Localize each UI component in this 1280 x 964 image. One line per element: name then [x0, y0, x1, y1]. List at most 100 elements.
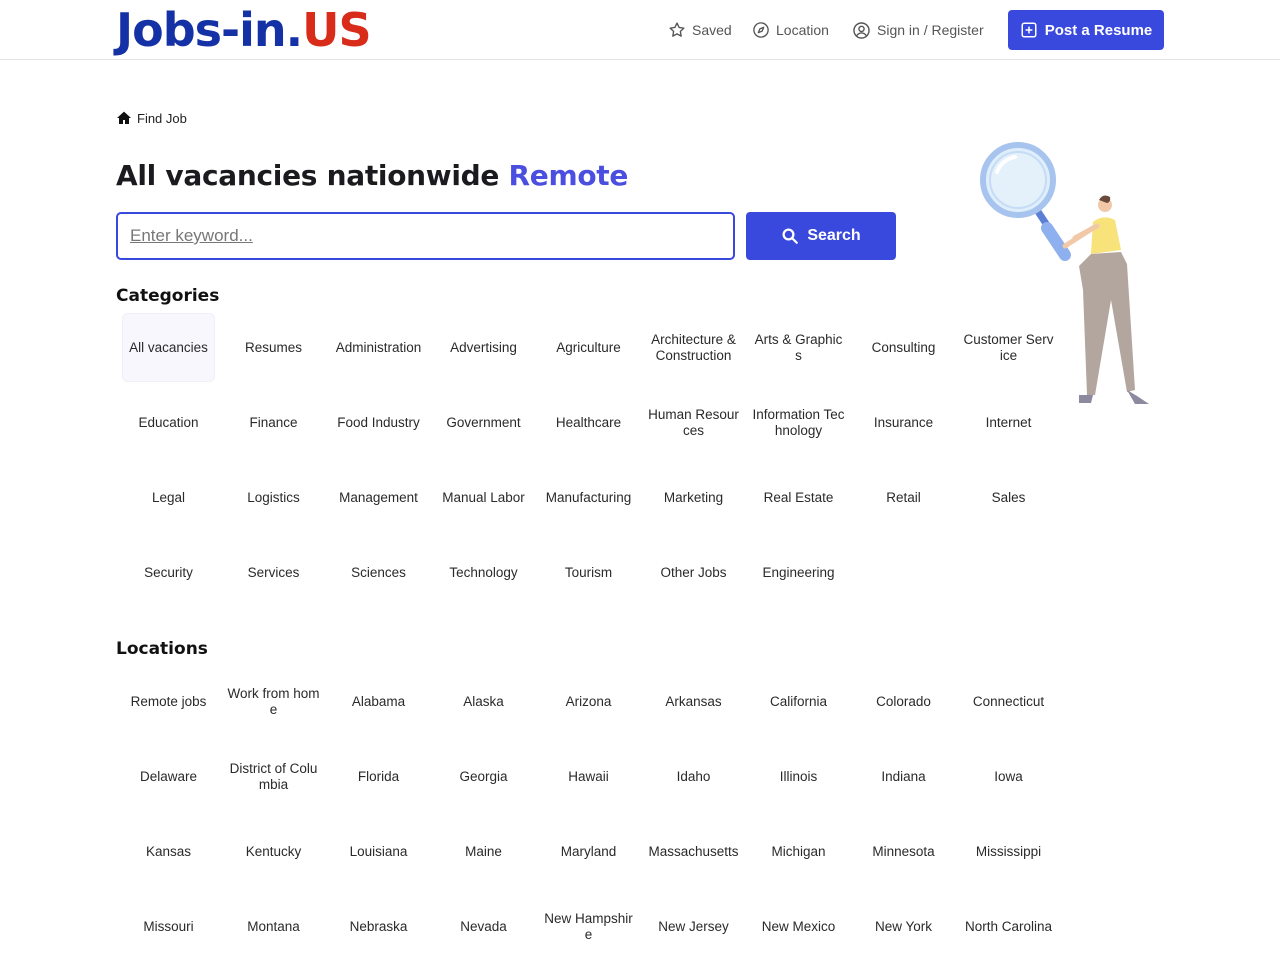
category-item-architecture-and-construction[interactable]: Architecture & Construction — [641, 310, 746, 385]
category-item-human-resources[interactable]: Human Resources — [641, 385, 746, 460]
category-item-consulting[interactable]: Consulting — [851, 310, 956, 385]
category-item-real-estate[interactable]: Real Estate — [746, 460, 851, 535]
breadcrumb[interactable]: Find Job — [116, 108, 187, 128]
location-item-label: North Carolina — [964, 918, 1053, 934]
location-item-california[interactable]: California — [746, 664, 851, 739]
location-item-nebraska[interactable]: Nebraska — [326, 889, 431, 964]
location-item-new-hampshire[interactable]: New Hampshire — [536, 889, 641, 964]
category-item-logistics[interactable]: Logistics — [221, 460, 326, 535]
location-item-kentucky[interactable]: Kentucky — [221, 814, 326, 889]
category-item-other-jobs[interactable]: Other Jobs — [641, 535, 746, 610]
category-item-label: Government — [446, 414, 521, 430]
location-item-louisiana[interactable]: Louisiana — [326, 814, 431, 889]
category-item-legal[interactable]: Legal — [116, 460, 221, 535]
nav-signin[interactable]: Sign in / Register — [852, 19, 984, 41]
location-item-arizona[interactable]: Arizona — [536, 664, 641, 739]
logo-text-us: US — [302, 3, 371, 57]
location-item-florida[interactable]: Florida — [326, 739, 431, 814]
locations-title: Locations — [116, 639, 208, 659]
post-resume-button[interactable]: Post a Resume — [1008, 10, 1164, 50]
category-item-government[interactable]: Government — [431, 385, 536, 460]
search-icon — [782, 228, 799, 244]
category-item-label: Services — [247, 564, 300, 580]
category-item-healthcare[interactable]: Healthcare — [536, 385, 641, 460]
nav-location[interactable]: Location — [752, 19, 829, 41]
category-item-engineering[interactable]: Engineering — [746, 535, 851, 610]
categories-grid: All vacancies Resumes Administration Advert… — [116, 310, 1061, 610]
category-item-sciences[interactable]: Sciences — [326, 535, 431, 610]
location-item-label: District of Columbia — [229, 760, 318, 792]
location-item-hawaii[interactable]: Hawaii — [536, 739, 641, 814]
category-item-tourism[interactable]: Tourism — [536, 535, 641, 610]
category-item-education[interactable]: Education — [116, 385, 221, 460]
location-item-alaska[interactable]: Alaska — [431, 664, 536, 739]
location-item-label: New Mexico — [761, 918, 836, 934]
location-item-maine[interactable]: Maine — [431, 814, 536, 889]
location-item-iowa[interactable]: Iowa — [956, 739, 1061, 814]
category-item-marketing[interactable]: Marketing — [641, 460, 746, 535]
category-item-technology[interactable]: Technology — [431, 535, 536, 610]
category-item-advertising[interactable]: Advertising — [431, 310, 536, 385]
category-item-management[interactable]: Management — [326, 460, 431, 535]
location-item-alabama[interactable]: Alabama — [326, 664, 431, 739]
category-item-manufacturing[interactable]: Manufacturing — [536, 460, 641, 535]
category-item-services[interactable]: Services — [221, 535, 326, 610]
location-item-mississippi[interactable]: Mississippi — [956, 814, 1061, 889]
category-item-label: Advertising — [450, 339, 517, 355]
search-button[interactable]: Search — [746, 212, 896, 260]
location-item-label: Louisiana — [349, 843, 408, 859]
category-item-label: Management — [339, 489, 418, 505]
location-item-indiana[interactable]: Indiana — [851, 739, 956, 814]
category-item-manual-labor[interactable]: Manual Labor — [431, 460, 536, 535]
location-item-arkansas[interactable]: Arkansas — [641, 664, 746, 739]
location-item-remote-jobs[interactable]: Remote jobs — [116, 664, 221, 739]
category-item-security[interactable]: Security — [116, 535, 221, 610]
category-item-information-technology[interactable]: Information Technology — [746, 385, 851, 460]
location-item-georgia[interactable]: Georgia — [431, 739, 536, 814]
location-item-michigan[interactable]: Michigan — [746, 814, 851, 889]
category-item-administration[interactable]: Administration — [326, 310, 431, 385]
site-logo[interactable]: Jobs-in.US — [116, 2, 372, 58]
location-item-district-of-columbia[interactable]: District of Columbia — [221, 739, 326, 814]
nav-saved[interactable]: Saved — [668, 19, 732, 41]
category-item-insurance[interactable]: Insurance — [851, 385, 956, 460]
location-item-new-mexico[interactable]: New Mexico — [746, 889, 851, 964]
location-item-new-york[interactable]: New York — [851, 889, 956, 964]
logo-text-jobs-in: Jobs-in. — [116, 3, 303, 57]
location-item-label: Delaware — [139, 768, 198, 784]
location-item-idaho[interactable]: Idaho — [641, 739, 746, 814]
location-item-nevada[interactable]: Nevada — [431, 889, 536, 964]
category-item-label: Marketing — [663, 489, 724, 505]
category-item-retail[interactable]: Retail — [851, 460, 956, 535]
search-input[interactable] — [116, 212, 735, 260]
category-item-finance[interactable]: Finance — [221, 385, 326, 460]
location-item-label: Maine — [465, 843, 502, 859]
location-item-label: Georgia — [459, 768, 508, 784]
category-item-sales[interactable]: Sales — [956, 460, 1061, 535]
location-item-label: Alabama — [351, 693, 406, 709]
location-item-maryland[interactable]: Maryland — [536, 814, 641, 889]
category-item-arts-and-graphics[interactable]: Arts & Graphics — [746, 310, 851, 385]
location-item-illinois[interactable]: Illinois — [746, 739, 851, 814]
category-item-agriculture[interactable]: Agriculture — [536, 310, 641, 385]
category-item-food-industry[interactable]: Food Industry — [326, 385, 431, 460]
location-item-kansas[interactable]: Kansas — [116, 814, 221, 889]
location-item-work-from-home[interactable]: Work from home — [221, 664, 326, 739]
location-item-massachusetts[interactable]: Massachusetts — [641, 814, 746, 889]
location-item-missouri[interactable]: Missouri — [116, 889, 221, 964]
category-item-all-vacancies[interactable]: All vacancies — [116, 310, 221, 385]
category-item-label: Sciences — [351, 564, 406, 580]
location-item-montana[interactable]: Montana — [221, 889, 326, 964]
category-item-label: Arts & Graphics — [754, 331, 843, 363]
location-item-north-carolina[interactable]: North Carolina — [956, 889, 1061, 964]
location-item-label: Remote jobs — [130, 693, 207, 709]
breadcrumb-label: Find Job — [137, 110, 187, 126]
location-item-minnesota[interactable]: Minnesota — [851, 814, 956, 889]
location-item-label: Florida — [357, 768, 400, 784]
location-item-connecticut[interactable]: Connecticut — [956, 664, 1061, 739]
location-item-new-jersey[interactable]: New Jersey — [641, 889, 746, 964]
location-item-label: Minnesota — [872, 843, 935, 859]
category-item-resumes[interactable]: Resumes — [221, 310, 326, 385]
location-item-delaware[interactable]: Delaware — [116, 739, 221, 814]
location-item-colorado[interactable]: Colorado — [851, 664, 956, 739]
